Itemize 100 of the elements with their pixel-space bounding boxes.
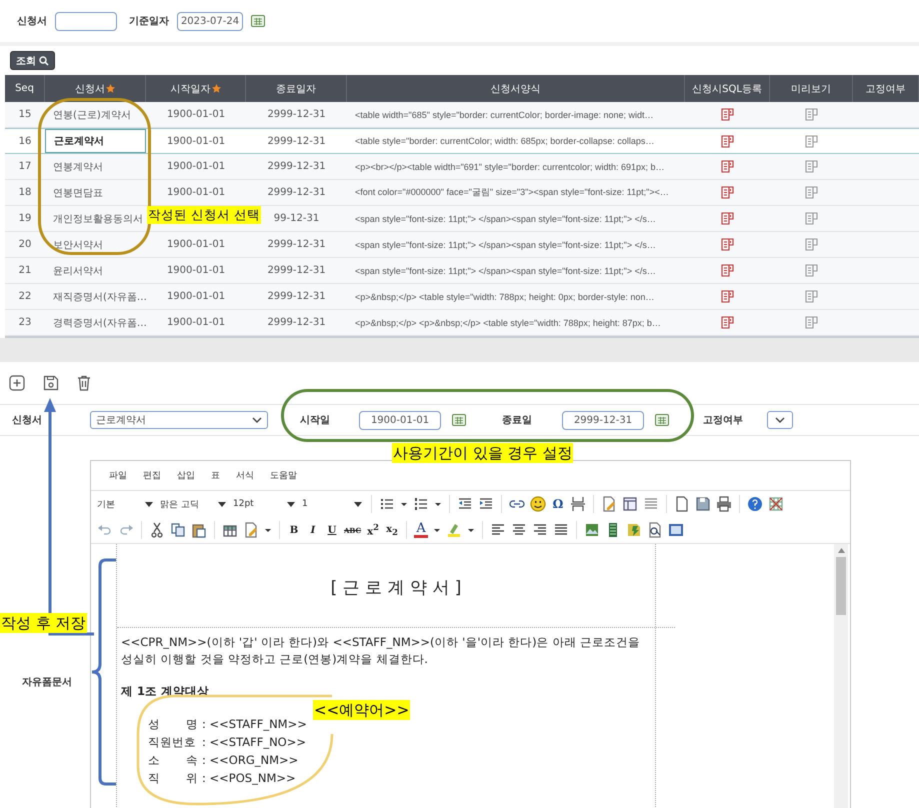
scroll-up-arrow-icon[interactable] [838, 548, 844, 553]
menu-item[interactable]: 서식 [228, 469, 262, 482]
document-icon[interactable] [721, 134, 734, 148]
printer-icon[interactable] [716, 496, 732, 512]
document-icon[interactable] [805, 264, 818, 277]
document-icon[interactable] [721, 316, 734, 329]
field-label: 시작일 [300, 414, 331, 427]
table-row[interactable]: 17 연봉계약서 1900-01-01 2999-12-31 <p><br></p><table width="691" style="border: currentcolor; width: 691px; b… [5, 154, 919, 180]
calendar-icon[interactable] [452, 414, 466, 426]
table-row[interactable]: 20 보안서약서 1900-01-01 2999-12-31 <span style="font-size: 11pt;"> </span><span style="font-size: 11pt;"> </s… [5, 232, 919, 258]
field-label: 기준일자 [129, 15, 169, 28]
table-cell: 근로계약서 [45, 129, 146, 153]
caret-icon [218, 502, 226, 506]
table-row[interactable]: 15 연봉(근로)계약서 1900-01-01 2999-12-31 <table width="685" style="border: currentColor; border-image: none; widt… [5, 102, 919, 128]
scrollbar-thumb[interactable] [836, 557, 846, 615]
caret-icon [354, 502, 362, 506]
calendar-icon[interactable] [251, 15, 265, 27]
table-cell-text: 17 [18, 160, 32, 174]
document-icon[interactable] [805, 290, 818, 303]
document-icon[interactable] [721, 186, 734, 199]
document-icon[interactable] [721, 108, 734, 121]
chevron-down-icon [775, 417, 785, 423]
toolbar-button[interactable]: A [414, 522, 428, 538]
document-icon[interactable] [721, 238, 734, 251]
date-field[interactable]: 2023-07-24 [177, 12, 243, 30]
input-field[interactable] [55, 12, 117, 30]
document-icon[interactable] [721, 212, 734, 225]
toolbar-button[interactable]: I [306, 524, 320, 536]
table-cell-text: 23 [18, 316, 32, 330]
trash-icon[interactable] [77, 375, 91, 391]
menu-item[interactable]: 편집 [135, 469, 169, 482]
placeholder-text: : <<STAFF_NM>> [202, 716, 307, 733]
help-icon[interactable] [747, 496, 763, 512]
pencil-document-icon[interactable] [601, 496, 617, 512]
bullet-list-icon[interactable] [379, 496, 395, 512]
toolbar-button[interactable]: U [325, 524, 339, 536]
placeholder-text: : <<ORG_NM>> [202, 752, 298, 769]
toolbar-dropdown[interactable]: 12pt [233, 499, 297, 509]
table-cell-text: 재직증명서(자유폼… [52, 290, 146, 304]
numbered-list-icon[interactable] [413, 496, 429, 512]
document-icon[interactable] [805, 186, 818, 199]
document-icon[interactable] [721, 264, 734, 277]
magnifier-document-icon[interactable] [647, 522, 664, 538]
table-row[interactable]: 21 윤리서약서 1900-01-01 2999-12-31 <span style="font-size: 11pt;"> </span><span style="font-size: 11pt;"> </s… [5, 258, 919, 284]
copy-icon[interactable] [170, 522, 186, 538]
field-label: 신청서 [17, 15, 47, 28]
blank-page-icon[interactable] [674, 496, 690, 512]
table-cell-text: 1900-01-01 [166, 290, 226, 304]
calendar-icon[interactable] [655, 414, 669, 426]
table-row[interactable]: 22 재직증명서(자유폼… 1900-01-01 2999-12-31 <p>&nbsp;</p> <table style="width: 788px; height: 0px; border-style: non… [5, 284, 919, 310]
toolbar-dropdown[interactable]: 1 [302, 499, 364, 509]
toolbar-button[interactable]: x$^{2}$ [366, 522, 380, 538]
field-label: 성 명 [148, 716, 198, 733]
toolbar-button[interactable]: B [287, 524, 301, 536]
table-row[interactable]: 23 경력증명서(자유폼… 1900-01-01 2999-12-31 <p>&nbsp;</p> <p>&nbsp;</p> <table style="width: 788px; height: 87px; b… [5, 310, 919, 336]
highlighter-icon[interactable] [446, 522, 462, 538]
menu-item[interactable]: 삽입 [169, 469, 203, 482]
scissors-icon[interactable] [149, 522, 165, 538]
toolbar-dropdown[interactable]: 기본 [97, 498, 155, 510]
paragraph: <<CPR_NM>>(이하 '갑' 이라 한다)와 <<STAFF_NM>>(이하 '을'이라 한다)은 아래 근로조건을 성실히 이행할 것을 약정하고 근로(연봉)계약을 체결한다. [121, 634, 641, 668]
frame-icon[interactable] [668, 522, 684, 538]
form-dropdown[interactable]: 근로계약서 [90, 411, 268, 429]
document-icon[interactable] [805, 316, 818, 329]
layout-icon[interactable] [622, 496, 638, 512]
field-label: 신청서 [12, 414, 43, 427]
scrollbar[interactable] [834, 544, 848, 808]
toolbar-button[interactable]: x$_{2}$ [385, 524, 400, 536]
document-icon[interactable] [721, 290, 734, 303]
menu-item[interactable]: 도움말 [262, 469, 305, 482]
table-cell-text: 윤리서약서 [52, 264, 104, 278]
page-break-icon[interactable] [570, 496, 586, 512]
menu-item[interactable]: 표 [203, 469, 228, 482]
search-button[interactable]: 조회 [10, 51, 55, 70]
table-cell: 2999-12-31 [267, 265, 326, 276]
annotation-label: 사용기간이 있을 경우 설정 [392, 443, 574, 463]
table-row[interactable]: 16 근로계약서 1900-01-01 2999-12-31 <table style="border: currentColor; width: 685px; border-collapse: collaps… [5, 128, 919, 154]
grid-icon[interactable] [768, 496, 784, 512]
table-cell-text: <font color="#000000" face="굴림" size="3"><span style="font-size: 11pt;"><… [354, 186, 670, 199]
date-field[interactable]: 2999-12-31 [562, 410, 644, 430]
document-icon[interactable] [721, 160, 734, 173]
field-label: 종료일 [502, 414, 533, 427]
flash-icon[interactable] [626, 522, 642, 538]
document-icon[interactable] [805, 108, 818, 121]
menu-item[interactable]: 파일 [101, 469, 135, 482]
date-field[interactable]: 1900-01-01 [359, 410, 441, 430]
document-icon[interactable] [805, 212, 818, 225]
fixed-dropdown[interactable] [767, 411, 793, 429]
table-cell-text: 18 [18, 186, 32, 200]
smiley-icon[interactable] [530, 496, 546, 512]
paste-icon[interactable] [191, 522, 207, 538]
toolbar-dropdown[interactable]: 맑은 고딕 [160, 498, 228, 510]
plus-icon[interactable] [9, 375, 25, 391]
document-icon[interactable] [805, 160, 818, 173]
image-icon[interactable] [584, 522, 600, 538]
toolbar-button[interactable]: Ω [551, 497, 565, 511]
pencil-document-icon[interactable] [243, 522, 259, 538]
document-icon[interactable] [805, 238, 818, 251]
document-title: [ 근 로 계 약 서 ] [330, 577, 462, 599]
document-icon[interactable] [805, 134, 818, 148]
table-row[interactable]: 18 연봉면담표 1900-01-01 2999-12-31 <font color="#000000" face="굴림" size="3"><span style="font-size: 11pt;"><… [5, 180, 919, 206]
